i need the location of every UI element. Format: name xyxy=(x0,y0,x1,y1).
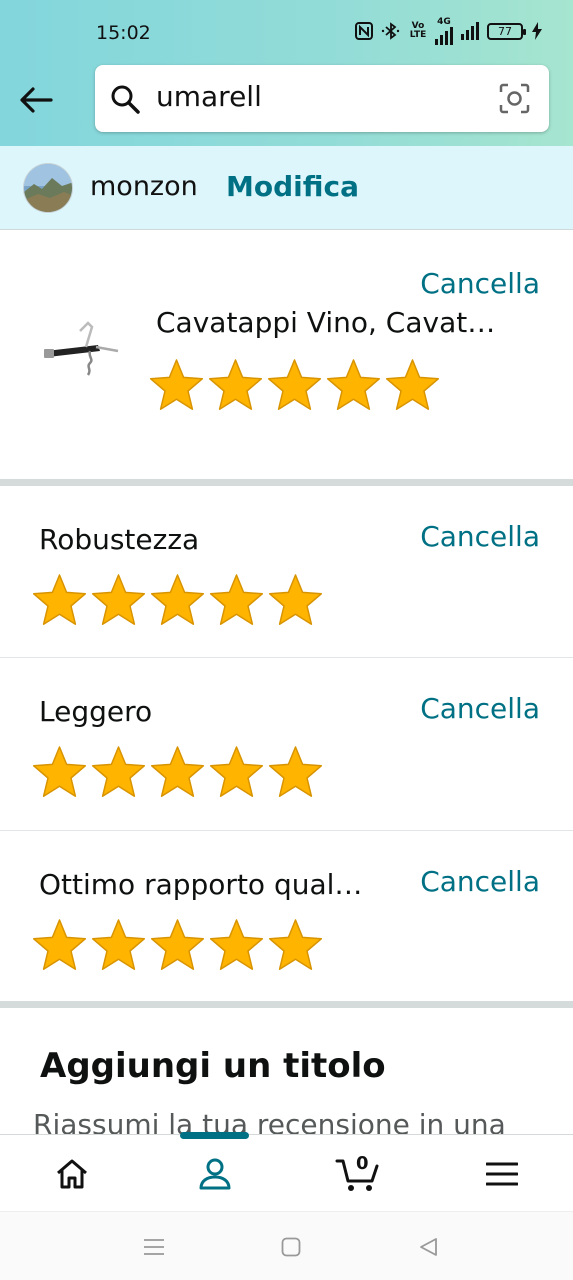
attribute-label: Leggero xyxy=(39,695,153,728)
nfc-icon xyxy=(355,20,373,42)
cart-count: 0 xyxy=(356,1153,369,1174)
nav-cart[interactable]: 0 xyxy=(286,1135,429,1212)
star-icon[interactable] xyxy=(266,744,325,800)
section-divider xyxy=(0,1001,573,1008)
star-icon[interactable] xyxy=(147,357,206,413)
back-system-button[interactable] xyxy=(413,1232,443,1262)
attribute-rating-rapporto-qualita: Ottimo rapporto qual… Cancella xyxy=(0,831,573,1003)
square-icon xyxy=(281,1237,301,1257)
account-icon xyxy=(199,1158,230,1189)
search-bar[interactable]: umarell xyxy=(95,65,549,132)
edit-profile-link[interactable]: Modifica xyxy=(226,170,359,203)
star-icon[interactable] xyxy=(266,917,325,973)
attribute-label: Ottimo rapporto qual… xyxy=(39,868,363,901)
star-icon[interactable] xyxy=(148,744,207,800)
star-icon[interactable] xyxy=(265,357,324,413)
home-icon xyxy=(56,1159,87,1188)
nav-menu[interactable] xyxy=(430,1135,573,1212)
nav-account[interactable] xyxy=(143,1135,286,1212)
volte-icon: Vo LTE xyxy=(409,21,427,40)
star-icon[interactable] xyxy=(89,917,148,973)
star-icon[interactable] xyxy=(148,572,207,628)
star-icon[interactable] xyxy=(266,572,325,628)
product-rating-section: Cancella Cavatappi Vino, Cavat… xyxy=(0,231,573,479)
menu-icon xyxy=(485,1162,518,1185)
star-icon[interactable] xyxy=(206,357,265,413)
section-hint: Riassumi la tua recensione in una xyxy=(33,1108,506,1134)
cancel-attribute-rating-link[interactable]: Cancella xyxy=(420,865,540,898)
attribute-star-rating[interactable] xyxy=(30,572,325,628)
cancel-attribute-rating-link[interactable]: Cancella xyxy=(420,692,540,725)
search-icon xyxy=(111,85,140,114)
nav-home[interactable] xyxy=(0,1135,143,1212)
product-title: Cavatappi Vino, Cavat… xyxy=(156,306,496,339)
attribute-label: Robustezza xyxy=(39,523,200,556)
recent-apps-icon xyxy=(144,1239,164,1255)
arrow-left-icon xyxy=(20,87,53,113)
back-button[interactable] xyxy=(14,78,58,122)
camera-icon[interactable] xyxy=(498,82,531,115)
battery-level: 77 xyxy=(498,24,512,38)
star-icon[interactable] xyxy=(207,744,266,800)
charging-icon xyxy=(531,20,543,42)
star-icon[interactable] xyxy=(89,744,148,800)
avatar xyxy=(23,163,73,213)
section-heading: Aggiungi un titolo xyxy=(40,1046,386,1086)
star-icon[interactable] xyxy=(89,572,148,628)
status-icons: Vo LTE 4G 77 xyxy=(355,16,543,45)
star-icon[interactable] xyxy=(324,357,383,413)
system-navigation-bar xyxy=(0,1211,573,1280)
triangle-back-icon xyxy=(420,1238,437,1256)
status-time: 15:02 xyxy=(96,22,151,44)
header: 15:02 Vo LTE 4G 77 umarell xyxy=(0,0,573,146)
attribute-star-rating[interactable] xyxy=(30,744,325,800)
bottom-nav: 0 xyxy=(0,1132,573,1212)
star-icon[interactable] xyxy=(148,917,207,973)
bluetooth-icon xyxy=(381,20,401,42)
search-input[interactable]: umarell xyxy=(156,80,262,113)
status-bar: 15:02 Vo LTE 4G 77 xyxy=(0,0,573,62)
battery-icon: 77 xyxy=(487,22,526,40)
review-title-section: Aggiungi un titolo Riassumi la tua recen… xyxy=(0,1008,573,1134)
network-type-label: 4G xyxy=(437,16,451,27)
cancel-attribute-rating-link[interactable]: Cancella xyxy=(420,520,540,553)
star-icon[interactable] xyxy=(207,572,266,628)
attribute-rating-leggero: Leggero Cancella xyxy=(0,658,573,830)
product-star-rating[interactable] xyxy=(147,357,442,413)
product-image xyxy=(44,321,119,376)
profile-bar: monzon Modifica xyxy=(0,146,573,230)
star-icon[interactable] xyxy=(30,917,89,973)
recent-apps-button[interactable] xyxy=(139,1232,169,1262)
cancel-product-rating-link[interactable]: Cancella xyxy=(420,267,540,300)
star-icon[interactable] xyxy=(30,572,89,628)
attribute-rating-robustezza: Robustezza Cancella xyxy=(0,486,573,658)
profile-name: monzon xyxy=(90,171,198,202)
4g-icon: 4G xyxy=(435,16,453,45)
signal-icon xyxy=(461,22,479,40)
attribute-star-rating[interactable] xyxy=(30,917,325,973)
home-system-button[interactable] xyxy=(276,1232,306,1262)
star-icon[interactable] xyxy=(207,917,266,973)
star-icon[interactable] xyxy=(30,744,89,800)
section-divider xyxy=(0,479,573,486)
star-icon[interactable] xyxy=(383,357,442,413)
